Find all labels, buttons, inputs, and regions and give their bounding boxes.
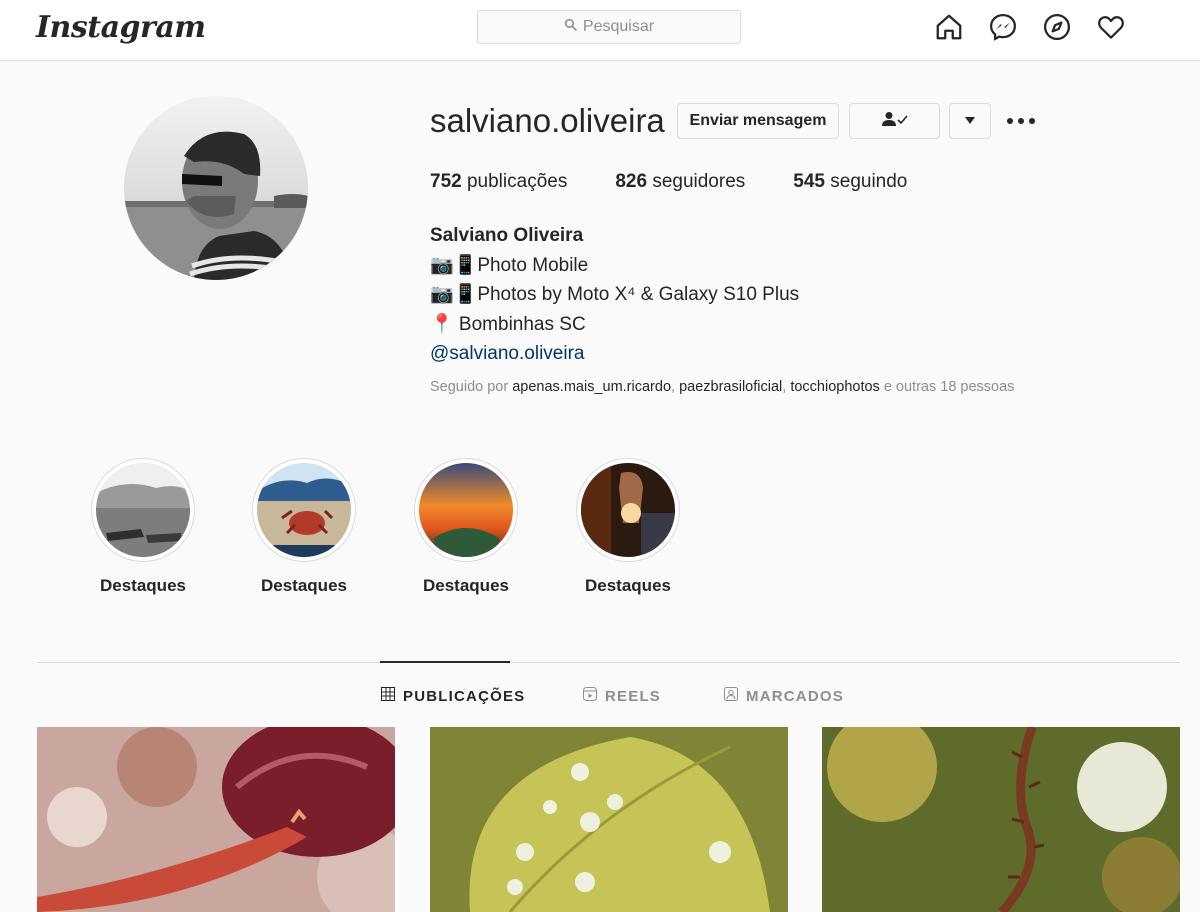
active-tab-indicator <box>380 661 510 663</box>
profile-stats: 752 publicações 826 seguidores 545 segui… <box>430 171 955 193</box>
search-icon <box>564 18 577 36</box>
highlight-label: Destaques <box>261 576 347 595</box>
bio-line: 📷📱Photo Mobile <box>430 254 589 276</box>
more-options-icon[interactable] <box>1006 112 1036 130</box>
messenger-icon[interactable] <box>988 12 1018 42</box>
highlight-label: Destaques <box>423 576 509 595</box>
bio-line: 📍 Bombinhas SC <box>430 313 586 335</box>
story-highlight[interactable]: Destaques <box>91 458 195 596</box>
top-navigation-bar: Instagram Pesquisar <box>0 0 1200 61</box>
instagram-logo[interactable]: Instagram <box>36 10 206 45</box>
send-message-button[interactable]: Enviar mensagem <box>677 103 839 139</box>
reels-icon <box>583 687 597 705</box>
highlight-thumbnail <box>419 463 513 557</box>
tabs-divider <box>37 662 1180 663</box>
highlight-thumbnail <box>257 463 351 557</box>
profile-username: salviano.oliveira <box>430 102 665 139</box>
post-thumbnail[interactable] <box>37 727 395 912</box>
search-placeholder: Pesquisar <box>582 18 655 35</box>
following-count[interactable]: 545 seguindo <box>793 171 907 193</box>
grid-icon <box>381 687 395 705</box>
post-image <box>822 727 1180 912</box>
suggestions-dropdown-button[interactable] <box>949 103 991 139</box>
follower-username: apenas.mais_um.ricardo <box>512 379 672 395</box>
post-image <box>37 727 395 912</box>
profile-bio: Salviano Oliveira 📷📱Photo Mobile 📷📱Photo… <box>430 221 799 369</box>
bio-line: 📷📱Photos by Moto X⁴ & Galaxy S10 Plus <box>430 284 800 305</box>
caret-down-icon <box>965 112 975 130</box>
tab-publicacoes[interactable]: PUBLICAÇÕES <box>381 687 525 705</box>
profile-avatar[interactable] <box>124 96 308 280</box>
person-check-icon <box>881 111 909 132</box>
posts-count: 752 publicações <box>430 171 568 192</box>
tab-label: MARCADOS <box>746 687 844 705</box>
followed-by-text[interactable]: Seguido por apenas.mais_um.ricardo, paez… <box>430 379 1014 395</box>
post-image <box>430 727 788 912</box>
follower-username: paezbrasiloficial <box>679 379 783 395</box>
post-thumbnail[interactable] <box>822 727 1180 912</box>
activity-heart-icon[interactable] <box>1096 12 1126 42</box>
search-input[interactable]: Pesquisar <box>477 10 741 44</box>
profile-full-name: Salviano Oliveira <box>430 225 584 246</box>
followers-count[interactable]: 826 seguidores <box>615 171 745 193</box>
story-highlight[interactable]: Destaques <box>252 458 356 596</box>
follower-username: tocchiophotos <box>790 379 880 395</box>
tagged-icon <box>724 687 738 705</box>
story-highlight[interactable]: Destaques <box>576 458 680 596</box>
tab-label: PUBLICAÇÕES <box>403 687 526 705</box>
tab-reels[interactable]: REELS <box>583 687 661 705</box>
tab-label: REELS <box>605 687 662 705</box>
highlight-thumbnail <box>96 463 190 557</box>
tab-marcados[interactable]: MARCADOS <box>724 687 844 705</box>
highlight-thumbnail <box>581 463 675 557</box>
post-thumbnail[interactable] <box>430 727 788 912</box>
following-status-button[interactable] <box>849 103 940 139</box>
explore-icon[interactable] <box>1042 12 1072 42</box>
bio-mention-link[interactable]: @salviano.oliveira <box>430 339 799 369</box>
home-icon[interactable] <box>934 12 964 42</box>
highlight-label: Destaques <box>100 576 186 595</box>
story-highlight[interactable]: Destaques <box>414 458 518 596</box>
highlight-label: Destaques <box>585 576 671 595</box>
